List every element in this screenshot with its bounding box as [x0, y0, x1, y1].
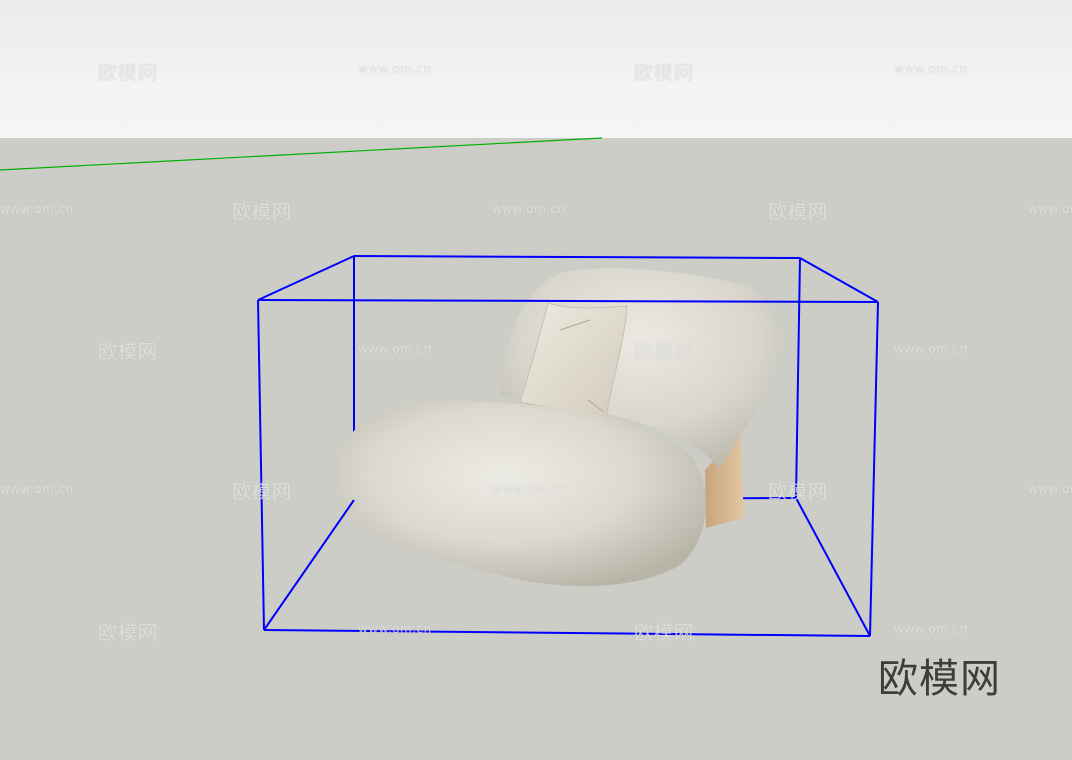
modeling-viewport[interactable]: 欧模网 www.om.cn 欧模网 www.om.cn www.om.cn 欧模…: [0, 0, 1072, 760]
watermark-url: www.om.cn: [894, 622, 968, 636]
watermark-url: www.om.cn: [894, 342, 968, 356]
watermark-url: www.om.cn: [1028, 482, 1072, 496]
watermark-brand: 欧模网: [634, 341, 695, 363]
watermark-brand: 欧模网: [232, 481, 293, 503]
watermark-url: www.om.cn: [358, 342, 432, 356]
watermark-brand: 欧模网: [98, 341, 159, 363]
watermark-url: www.om.cn: [358, 62, 432, 76]
watermark-brand: 欧模网: [98, 622, 159, 644]
watermark-brand: 欧模网: [634, 62, 695, 84]
watermark-brand: 欧模网: [634, 622, 695, 644]
watermark-brand: 欧模网: [768, 201, 829, 223]
watermark-url: www.om.cn: [894, 62, 968, 76]
watermark-url: www.om.cn: [0, 482, 74, 496]
watermark-brand: 欧模网: [232, 201, 293, 223]
watermark-url: www.om.cn: [0, 202, 74, 216]
brand-logo: 欧模网: [878, 656, 1001, 702]
watermark-brand: 欧模网: [768, 481, 829, 503]
watermark-url: www.om.cn: [492, 202, 566, 216]
green-axis-line: [0, 137, 603, 171]
watermark-url: www.om.cn: [492, 482, 566, 496]
watermark-url: www.om.cn: [1028, 202, 1072, 216]
watermark-brand: 欧模网: [98, 62, 159, 84]
watermark-url: www.om.cn: [358, 622, 432, 636]
